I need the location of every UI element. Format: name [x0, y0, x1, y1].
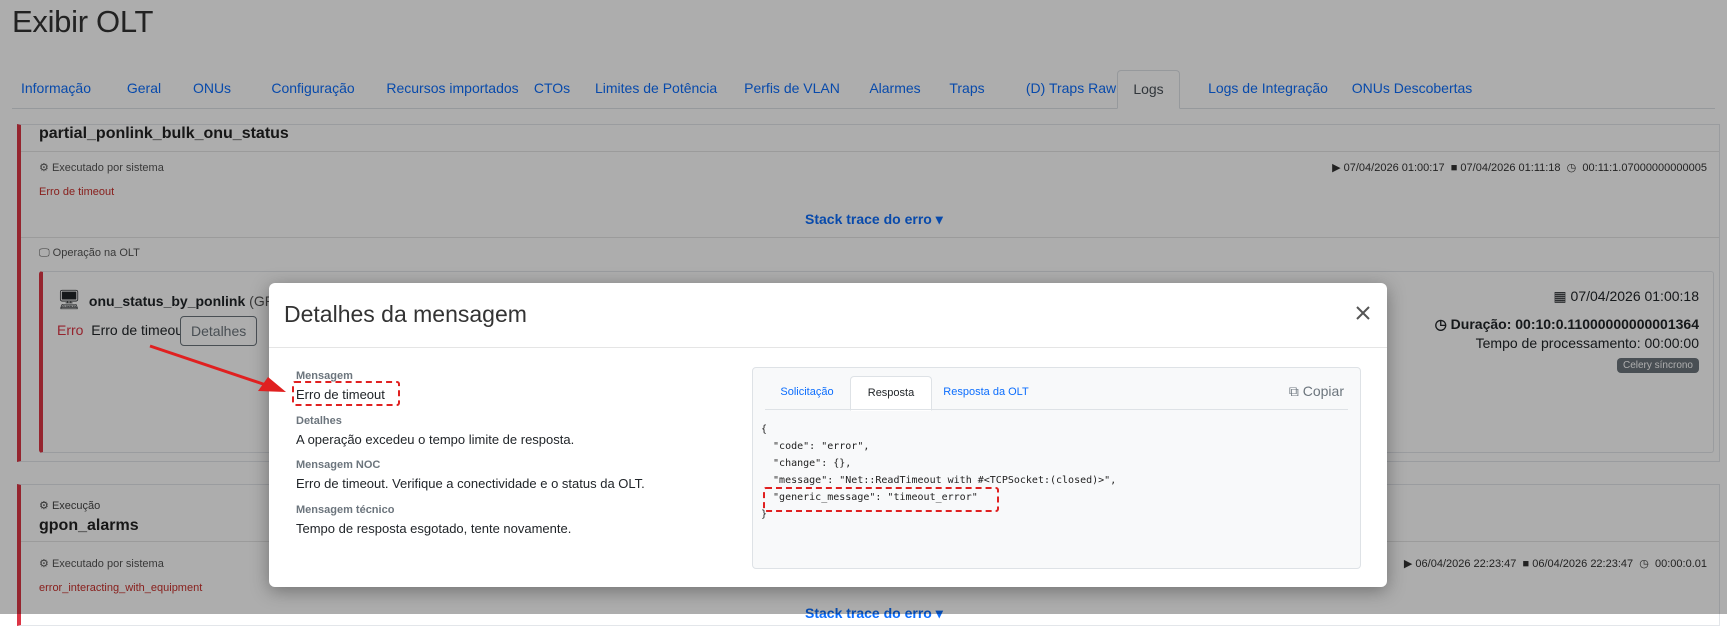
modal-divider	[269, 347, 1387, 348]
field-label-mensagem-tecnico: Mensagem técnico	[296, 504, 395, 516]
annotation-highlight-generic-message	[763, 487, 999, 512]
field-value-detalhes: A operação excedeu o tempo limite de res…	[296, 432, 575, 447]
modal-title: Detalhes da mensagem	[284, 301, 527, 327]
code-line: "code": "error",	[761, 441, 870, 452]
copy-button[interactable]: ⧉ Copiar	[1289, 383, 1344, 400]
field-value-mensagem-tecnico: Tempo de resposta esgotado, tente novame…	[296, 521, 572, 536]
message-details-modal: Detalhes da mensagem Mensagem Erro de ti…	[269, 283, 1387, 587]
annotation-highlight-message	[292, 381, 400, 406]
tab-solicitacao[interactable]: Solicitação	[765, 376, 849, 409]
annotation-arrow-icon	[149, 344, 286, 392]
field-label-detalhes: Detalhes	[296, 415, 342, 427]
tab-resposta-da-olt[interactable]: Resposta da OLT	[933, 376, 1039, 409]
response-panel: Solicitação Resposta Resposta da OLT ⧉ C…	[752, 367, 1361, 569]
close-icon[interactable]	[1353, 303, 1373, 323]
field-value-mensagem-noc: Erro de timeout. Verifique a conectivida…	[296, 476, 645, 491]
code-line: "message": "Net::ReadTimeout with #<TCPS…	[761, 475, 1117, 486]
code-line: "change": {},	[761, 458, 852, 469]
code-tab-divider	[765, 409, 1348, 410]
copy-icon: ⧉	[1288, 383, 1299, 399]
tab-resposta[interactable]: Resposta	[850, 376, 932, 411]
code-line: {	[761, 424, 768, 435]
field-label-mensagem-noc: Mensagem NOC	[296, 459, 381, 471]
